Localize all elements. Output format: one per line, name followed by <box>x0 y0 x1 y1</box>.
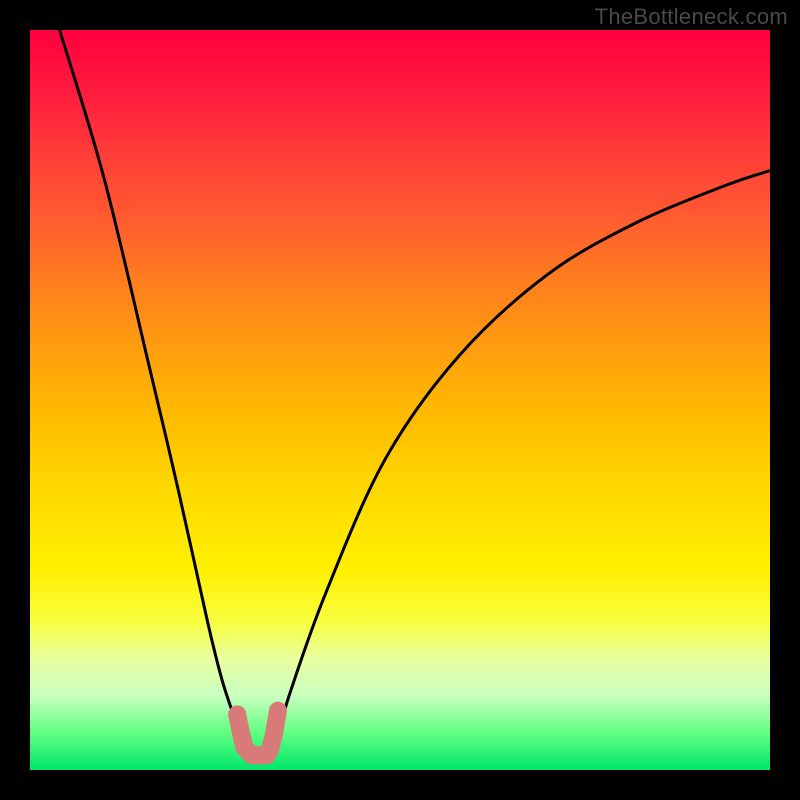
watermark-label: TheBottleneck.com <box>595 4 788 30</box>
highlight-marks <box>228 702 287 755</box>
chart-frame: TheBottleneck.com <box>0 0 800 800</box>
bottleneck-curve <box>60 30 770 756</box>
chart-svg <box>30 30 770 770</box>
